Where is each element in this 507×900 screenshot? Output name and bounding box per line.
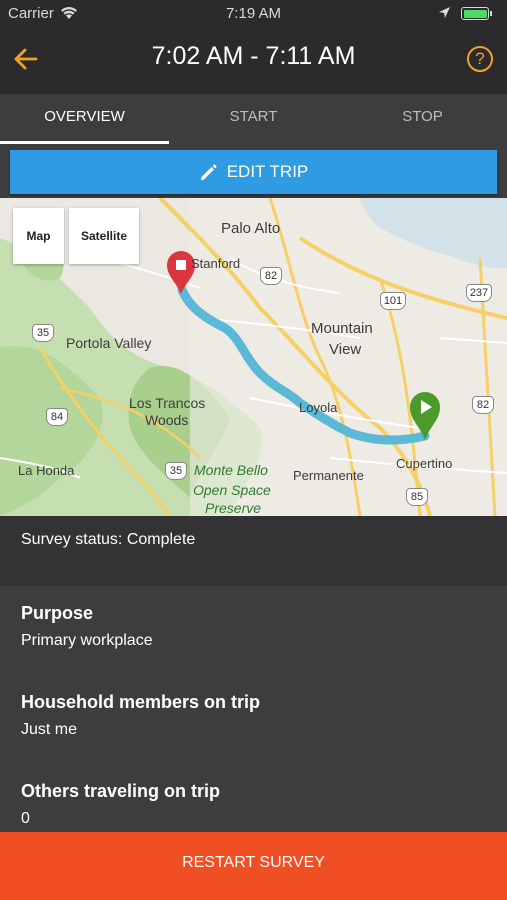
survey-status-text: Survey status: Complete bbox=[21, 531, 196, 548]
survey-status-panel: Survey status: Complete bbox=[0, 516, 507, 586]
map-label-stanford: Stanford bbox=[191, 256, 241, 271]
tab-stop[interactable]: STOP bbox=[338, 94, 507, 146]
nav-bar: 7:02 AM - 7:11 AM ? bbox=[0, 28, 507, 94]
map-label-portola-valley: Portola Valley bbox=[66, 335, 152, 351]
map-label-monte-bello-2: Open Space bbox=[193, 482, 271, 498]
tab-start[interactable]: START bbox=[169, 94, 338, 146]
map-label-cupertino: Cupertino bbox=[396, 456, 453, 471]
restart-survey-button[interactable]: RESTART SURVEY bbox=[0, 832, 507, 900]
highway-shield-101: 101 bbox=[380, 292, 406, 310]
map-label-loyola: Loyola bbox=[299, 400, 338, 415]
location-arrow-icon bbox=[438, 6, 451, 23]
help-icon[interactable]: ? bbox=[467, 46, 493, 72]
satellite-view-button[interactable]: Satellite bbox=[69, 208, 139, 264]
purpose-value: Primary workplace bbox=[21, 632, 153, 649]
others-label: Others traveling on trip bbox=[21, 781, 221, 801]
purpose-label: Purpose bbox=[21, 603, 94, 623]
map-label-permanente: Permanente bbox=[293, 468, 364, 483]
household-value: Just me bbox=[21, 721, 78, 738]
trip-details: Purpose Primary workplace Household memb… bbox=[0, 586, 507, 832]
map-label-monte-bello-3: Preserve bbox=[205, 500, 262, 516]
edit-trip-label: EDIT TRIP bbox=[226, 162, 309, 181]
highway-shield-82: 82 bbox=[260, 267, 282, 285]
highway-shield-35-south: 35 bbox=[165, 462, 187, 480]
map-label-monte-bello-1: Monte Bello bbox=[194, 462, 268, 478]
edit-trip-button[interactable]: EDIT TRIP bbox=[10, 150, 497, 194]
battery-icon bbox=[461, 7, 489, 20]
tab-bar: OVERVIEW START STOP bbox=[0, 94, 507, 146]
highway-shield-85: 85 bbox=[406, 488, 428, 506]
map-label-la-honda: La Honda bbox=[18, 463, 75, 478]
status-bar: Carrier 7:19 AM bbox=[0, 0, 507, 28]
map-label-palo-alto: Palo Alto bbox=[221, 220, 281, 237]
highway-shield-82-south: 82 bbox=[472, 396, 494, 414]
map-view-button[interactable]: Map bbox=[13, 208, 64, 264]
household-label: Household members on trip bbox=[21, 692, 261, 712]
map-label-mountain-view-2: View bbox=[329, 341, 362, 358]
active-tab-indicator bbox=[0, 141, 169, 144]
tab-overview[interactable]: OVERVIEW bbox=[0, 94, 169, 146]
others-value: 0 bbox=[21, 810, 30, 827]
page-title: 7:02 AM - 7:11 AM bbox=[151, 42, 356, 70]
map-label-los-trancos-2: Woods bbox=[145, 412, 189, 428]
highway-shield-84: 84 bbox=[46, 408, 68, 426]
status-time: 7:19 AM bbox=[225, 5, 282, 22]
highway-shield-35: 35 bbox=[32, 324, 54, 342]
pencil-icon bbox=[200, 164, 217, 180]
map-label-mountain-view-1: Mountain bbox=[311, 320, 373, 337]
map-label-los-trancos-1: Los Trancos bbox=[129, 395, 206, 411]
battery-tip bbox=[490, 11, 492, 16]
highway-shield-237: 237 bbox=[466, 284, 492, 302]
